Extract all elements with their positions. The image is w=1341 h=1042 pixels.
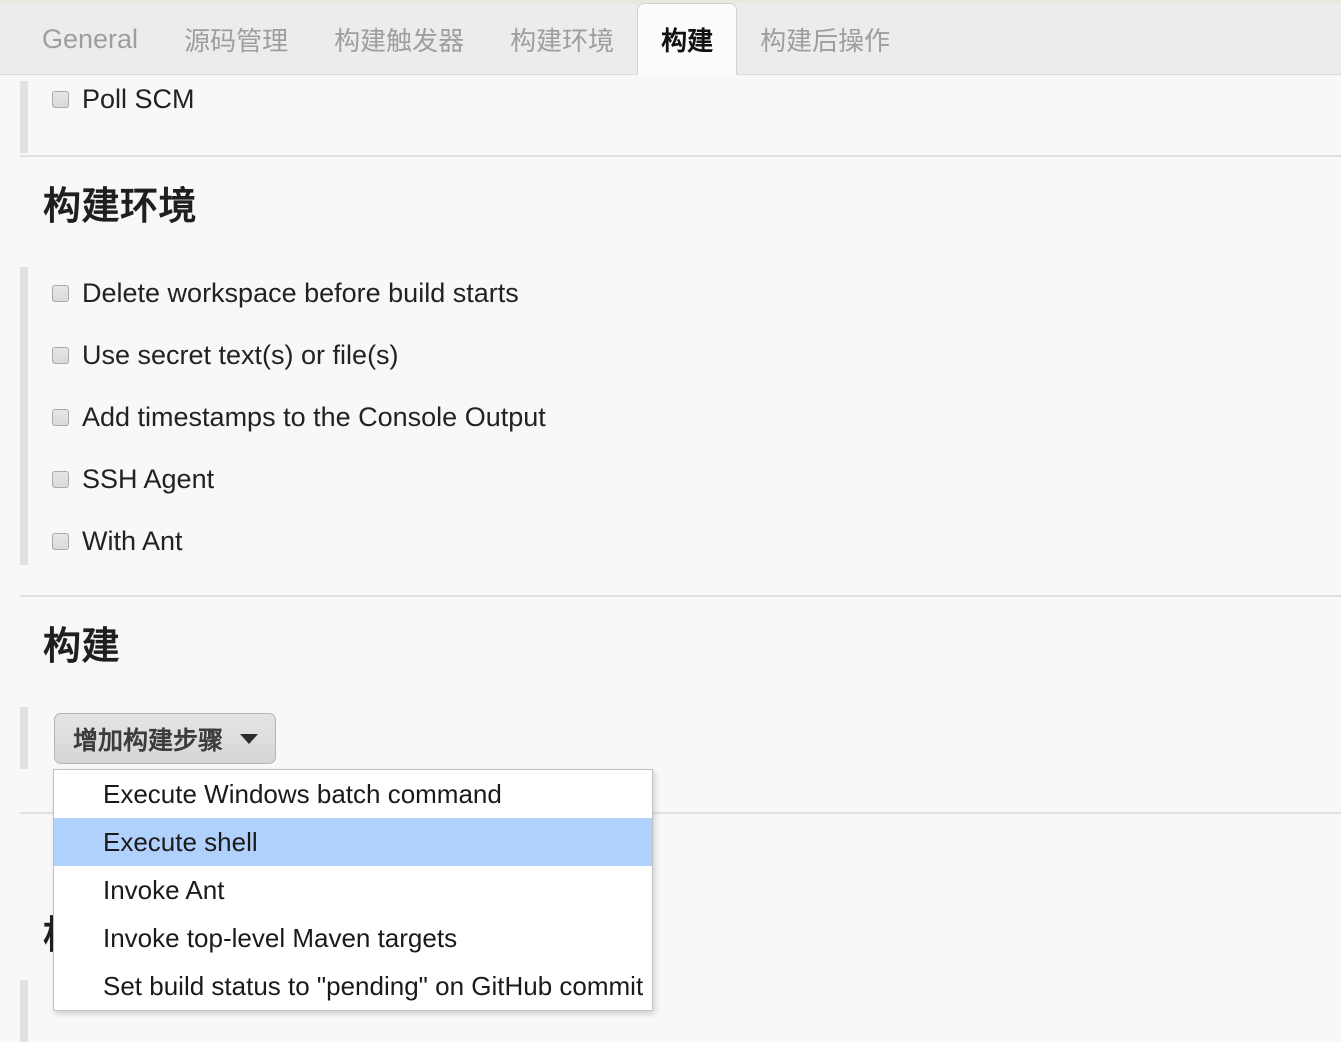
tab-general[interactable]: General: [19, 3, 161, 75]
menu-item-invoke-top-level-maven-targets[interactable]: Invoke top-level Maven targets: [54, 914, 652, 962]
checkbox-label-with-ant: With Ant: [82, 526, 183, 556]
tab-build-triggers[interactable]: 构建触发器: [311, 3, 487, 75]
checkbox-with-ant[interactable]: [52, 533, 69, 550]
checkbox-label-add-timestamps: Add timestamps to the Console Output: [82, 402, 546, 432]
tab-post-build-actions[interactable]: 构建后操作: [737, 3, 913, 75]
tab-build-environment[interactable]: 构建环境: [487, 3, 637, 75]
section-marker-post-build: [20, 980, 28, 1042]
section-marker-build-environment: [20, 267, 28, 565]
tab-build[interactable]: 构建: [637, 3, 738, 75]
checkbox-label-poll-scm: Poll SCM: [82, 84, 195, 114]
checkbox-row-ssh-agent[interactable]: SSH Agent: [52, 464, 214, 495]
checkbox-add-timestamps[interactable]: [52, 409, 69, 426]
section-marker-build: [20, 707, 28, 769]
menu-item-execute-shell[interactable]: Execute shell: [54, 818, 652, 866]
checkbox-ssh-agent[interactable]: [52, 471, 69, 488]
checkbox-label-use-secret-text: Use secret text(s) or file(s): [82, 340, 399, 370]
checkbox-row-poll-scm[interactable]: Poll SCM: [52, 84, 195, 115]
checkbox-row-delete-workspace[interactable]: Delete workspace before build starts: [52, 278, 519, 309]
config-tab-bar: General 源码管理 构建触发器 构建环境 构建 构建后操作: [0, 0, 1341, 75]
tab-source-code-management[interactable]: 源码管理: [161, 3, 311, 75]
checkbox-row-with-ant[interactable]: With Ant: [52, 526, 183, 557]
chevron-down-icon: [240, 733, 259, 744]
section-title-build: 构建: [43, 626, 121, 668]
checkbox-poll-scm[interactable]: [52, 91, 69, 108]
menu-item-execute-windows-batch-command[interactable]: Execute Windows batch command: [54, 770, 652, 818]
section-title-build-environment: 构建环境: [43, 186, 198, 228]
add-build-step-label: 增加构建步骤: [73, 726, 224, 755]
build-step-dropdown-menu: Execute Windows batch command Execute sh…: [53, 769, 653, 1011]
menu-item-invoke-ant[interactable]: Invoke Ant: [54, 866, 652, 914]
checkbox-delete-workspace[interactable]: [52, 285, 69, 302]
menu-item-set-build-status-pending-github[interactable]: Set build status to "pending" on GitHub …: [54, 962, 652, 1010]
section-divider-build: [20, 595, 1341, 597]
checkbox-use-secret-text[interactable]: [52, 347, 69, 364]
add-build-step-button[interactable]: 增加构建步骤: [54, 713, 277, 764]
section-marker-top: [20, 81, 28, 153]
checkbox-label-delete-workspace: Delete workspace before build starts: [82, 278, 519, 308]
section-divider-build-environment: [20, 155, 1341, 157]
checkbox-row-use-secret-text[interactable]: Use secret text(s) or file(s): [52, 340, 399, 371]
checkbox-row-add-timestamps[interactable]: Add timestamps to the Console Output: [52, 402, 546, 433]
checkbox-label-ssh-agent: SSH Agent: [82, 464, 215, 494]
